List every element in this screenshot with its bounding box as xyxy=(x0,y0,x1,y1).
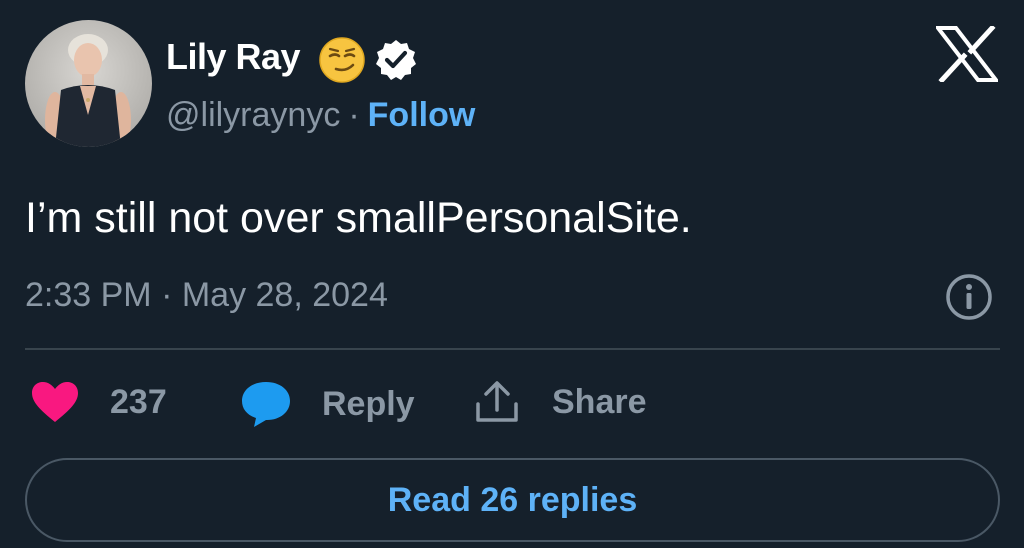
display-name[interactable]: Lily Ray xyxy=(166,36,301,78)
share-icon xyxy=(476,381,518,422)
divider xyxy=(25,348,1000,350)
reply-button[interactable]: Reply xyxy=(240,380,415,428)
follow-button[interactable]: Follow xyxy=(368,96,476,134)
avatar[interactable] xyxy=(25,20,152,147)
tweet-text: I’m still not over smallPersonalSite. xyxy=(25,194,692,242)
reply-label: Reply xyxy=(322,384,415,423)
speech-bubble-icon xyxy=(242,382,290,427)
avatar-image xyxy=(25,20,152,147)
x-logo-icon[interactable] xyxy=(936,26,998,82)
read-replies-button[interactable]: Read 26 replies xyxy=(25,458,1000,542)
verified-badge-icon xyxy=(376,40,416,80)
handle[interactable]: @lilyraynyc xyxy=(166,96,340,134)
like-count: 237 xyxy=(110,382,167,421)
smirking-face-emoji-icon xyxy=(319,37,365,83)
share-button[interactable]: Share xyxy=(474,380,647,424)
handle-separator: · xyxy=(348,96,360,134)
tweet-card: Lily Ray @lilyraynyc · Follow I’m still no… xyxy=(0,0,1024,548)
read-replies-label: Read 26 replies xyxy=(387,480,638,519)
heart-icon xyxy=(32,382,78,422)
handle-row: @lilyraynyc · Follow xyxy=(166,96,475,135)
like-button[interactable]: 237 xyxy=(30,380,167,424)
share-label: Share xyxy=(552,382,647,421)
info-icon[interactable] xyxy=(944,272,994,322)
tweet-timestamp[interactable]: 2:33 PM · May 28, 2024 xyxy=(25,276,388,315)
